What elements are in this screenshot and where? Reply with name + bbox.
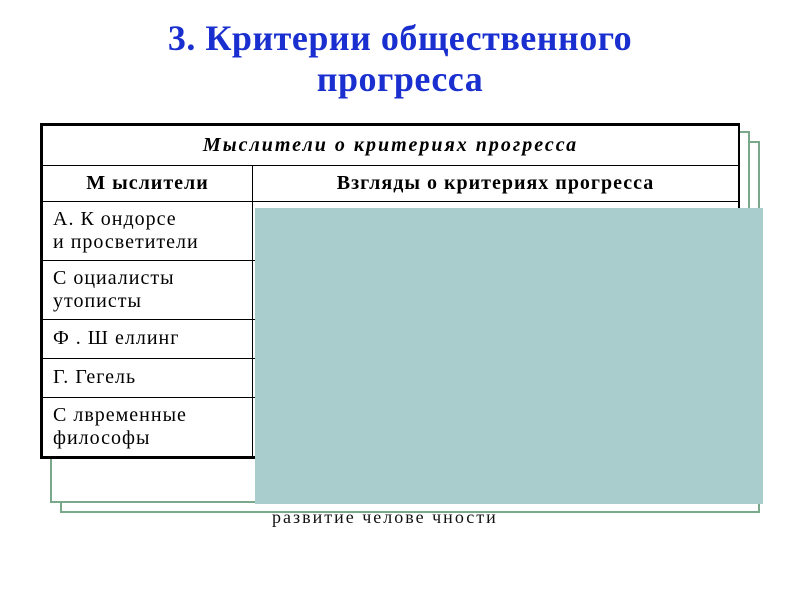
footer-fragment-text: развитие челове чности [272,507,498,528]
col-header-thinkers: М ыслители [43,165,253,201]
title-line-2: прогресса [317,59,483,99]
table-header-row: М ыслители Взгляды о критериях прогресса [43,165,739,201]
table-caption-row: Мыслители о критериях прогресса [43,125,739,165]
page-title: 3. Критерии общественного прогресса [38,18,762,101]
thinker-line: философы [53,427,150,449]
title-line-1: 3. Критерии общественного [168,18,632,58]
thinker-line: и просветители [53,231,199,253]
thinker-cell: Ф . Ш еллинг [43,319,253,358]
table-container: Мыслители о критериях прогресса М ыслите… [40,123,760,459]
table-caption: Мыслители о критериях прогресса [43,125,739,165]
thinker-cell: С лвременные философы [43,397,253,456]
thinker-cell: Г. Гегель [43,358,253,397]
thinker-line: утописты [53,290,142,312]
thinker-line: С лвременные [53,404,187,426]
thinker-cell: С оциалисты утописты [43,260,253,319]
thinker-line: С оциалисты [53,267,175,289]
thinker-cell: А. К ондорсе и просветители [43,201,253,260]
slide: 3. Критерии общественного прогресса Мысл… [0,0,800,600]
thinker-line: А. К ондорсе [53,208,177,230]
criteria-table: Мыслители о критериях прогресса М ыслите… [40,123,740,459]
overlay-box [255,208,763,504]
col-header-views: Взгляды о критериях прогресса [253,165,739,201]
